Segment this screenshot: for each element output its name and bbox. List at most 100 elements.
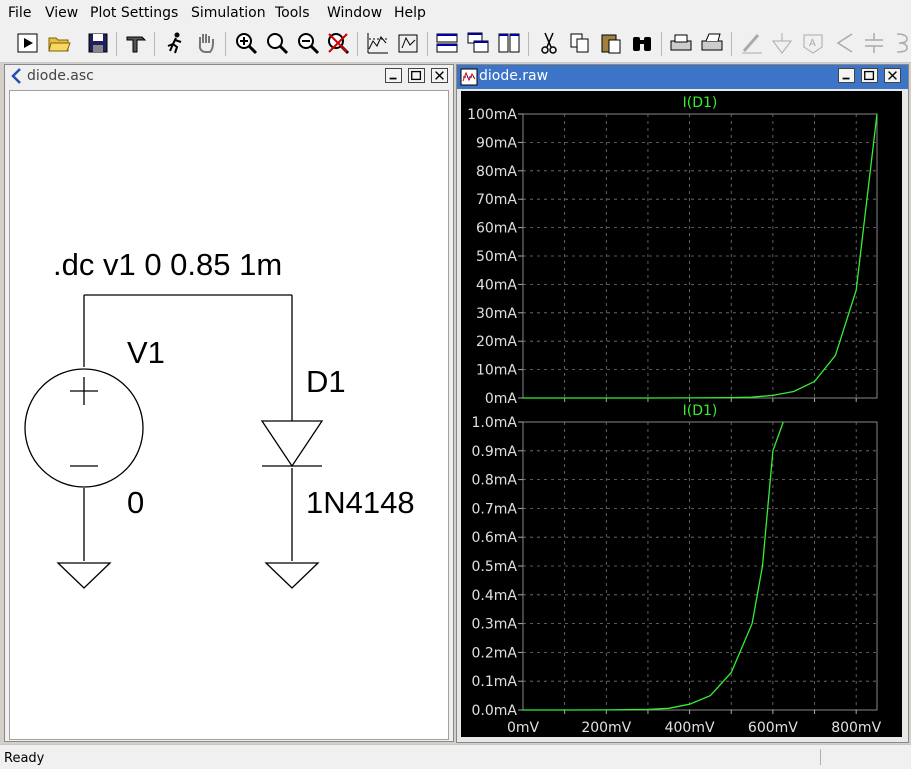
schematic-file-icon [11, 68, 21, 84]
minimize-icon[interactable] [838, 68, 855, 83]
run-icon[interactable] [16, 31, 40, 55]
source-instance-label[interactable]: V1 [127, 335, 165, 371]
y-tick-label: 80mA [476, 164, 517, 180]
x-tick-label: 600mV [748, 720, 798, 736]
trace-title: I(D1) [683, 95, 718, 111]
open-icon[interactable] [47, 31, 71, 55]
x-tick-label: 800mV [831, 720, 881, 736]
zoom-out-icon[interactable] [296, 31, 320, 55]
x-tick-label: 200mV [581, 720, 631, 736]
schematic-title: diode.asc [27, 68, 94, 84]
menu-file[interactable]: File [8, 5, 31, 21]
cascade-icon[interactable] [466, 31, 490, 55]
close-icon[interactable] [884, 68, 901, 83]
y-tick-label: 0.3mA [472, 617, 518, 633]
label-net-icon[interactable]: A [801, 31, 825, 55]
plot-settings-icon[interactable] [396, 31, 420, 55]
halt-icon[interactable] [163, 31, 187, 55]
schematic-drawing [24, 294, 324, 589]
toolbar-separator [154, 32, 155, 56]
diode-symbol[interactable] [260, 420, 324, 468]
autorange-icon[interactable] [366, 31, 390, 55]
trace-i-d1 [523, 421, 784, 711]
toolbar-separator [427, 32, 428, 56]
x-tick-label: 0mV [507, 720, 540, 736]
menu-view[interactable]: View [45, 5, 78, 21]
print-icon[interactable] [669, 31, 693, 55]
toolbar-separator [116, 32, 117, 56]
print-setup-icon[interactable] [700, 31, 724, 55]
y-tick-label: 0.1mA [472, 674, 518, 690]
status-text: Ready [4, 751, 45, 766]
maximize-icon[interactable] [408, 68, 425, 83]
y-tick-label: 0.5mA [472, 559, 518, 575]
control-panel-icon[interactable] [124, 31, 148, 55]
y-tick-label: 0.8mA [472, 473, 518, 489]
waveform-plots: 100mA 90mA 80mA 70mA 60mA 50mA 40mA 30mA 20mA 10m… [467, 95, 882, 736]
y-tick-label: 1.0mA [472, 415, 518, 431]
y-tick-label: 70mA [476, 192, 517, 208]
y-tick-label: 40mA [476, 277, 517, 293]
y-tick-label: 20mA [476, 334, 517, 350]
zoom-in-icon[interactable] [234, 31, 258, 55]
y-tick-label: 10mA [476, 363, 517, 379]
waveform-file-icon [460, 68, 478, 86]
schematic-canvas[interactable]: .dc v1 0 0.85 1m V1 0 D1 1N4148 [9, 90, 449, 740]
diode-model-label[interactable]: 1N4148 [306, 485, 415, 521]
y-tick-label: 0.2mA [472, 645, 518, 661]
plot-title: diode.raw [479, 68, 549, 84]
y-tick-label: 0.7mA [472, 501, 518, 517]
spice-directive[interactable]: .dc v1 0 0.85 1m [53, 247, 282, 283]
x-tick-label: 400mV [665, 720, 715, 736]
zoom-area-icon[interactable] [265, 31, 289, 55]
y-tick-label: 0.0mA [472, 703, 518, 719]
tile-vertical-icon[interactable] [497, 31, 521, 55]
draw-wire-icon[interactable] [740, 31, 764, 55]
menu-plot-settings[interactable]: Plot Settings [90, 5, 178, 21]
menu-tools[interactable]: Tools [275, 5, 310, 21]
capacitor-icon[interactable] [862, 31, 886, 55]
y-tick-label: 0.4mA [472, 588, 518, 604]
y-tick-label: 100mA [467, 107, 517, 123]
status-bar: Ready [0, 744, 911, 769]
paste-icon[interactable] [599, 31, 623, 55]
find-icon[interactable] [630, 31, 654, 55]
diode-instance-label[interactable]: D1 [306, 364, 346, 400]
toolbar: A [0, 26, 911, 63]
pan-icon[interactable] [194, 31, 218, 55]
menu-window[interactable]: Window [327, 5, 382, 21]
plot-titlebar[interactable]: diode.raw [457, 65, 908, 89]
zoom-fit-icon[interactable] [326, 31, 350, 55]
y-tick-label: 50mA [476, 249, 517, 265]
y-tick-label: 30mA [476, 306, 517, 322]
waveform-viewer[interactable]: 100mA 90mA 80mA 70mA 60mA 50mA 40mA 30mA 20mA 10m… [461, 91, 902, 737]
inductor-icon[interactable] [893, 31, 911, 55]
y-tick-label: 60mA [476, 221, 517, 237]
cut-icon[interactable] [537, 31, 561, 55]
svg-text:A: A [809, 38, 816, 49]
ground-symbol[interactable] [264, 562, 320, 589]
plot-window: diode.raw 100mA 90mA 80mA 70mA 60mA 50mA 40mA 3… [456, 64, 909, 743]
source-value-label[interactable]: 0 [127, 485, 144, 521]
save-icon[interactable] [86, 31, 110, 55]
ground-icon[interactable] [770, 31, 794, 55]
schematic-titlebar[interactable]: diode.asc [5, 65, 453, 88]
minimize-icon[interactable] [385, 68, 402, 83]
y-tick-label: 0.9mA [472, 444, 518, 460]
tile-horizontal-icon[interactable] [435, 31, 459, 55]
menu-bar: File View Plot Settings Simulation Tools… [0, 0, 911, 26]
copy-icon[interactable] [568, 31, 592, 55]
maximize-icon[interactable] [861, 68, 878, 83]
trace-title: I(D1) [683, 403, 718, 419]
toolbar-separator [661, 32, 662, 56]
y-tick-label: 0mA [485, 391, 518, 407]
menu-help[interactable]: Help [394, 5, 426, 21]
toolbar-separator [731, 32, 732, 56]
status-divider [820, 749, 821, 765]
close-icon[interactable] [431, 68, 448, 83]
ground-symbol[interactable] [56, 562, 112, 589]
voltage-source-symbol[interactable] [24, 368, 144, 488]
menu-simulation[interactable]: Simulation [191, 5, 266, 21]
y-tick-label: 90mA [476, 135, 517, 151]
resistor-icon[interactable] [832, 31, 856, 55]
